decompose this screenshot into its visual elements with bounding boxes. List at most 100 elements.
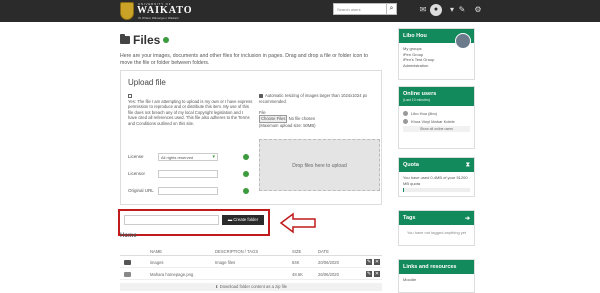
upload-heading: Upload file bbox=[128, 78, 166, 87]
user-icon[interactable]: ● bbox=[430, 4, 442, 16]
file-size: 84K bbox=[292, 260, 300, 265]
quota-text: You have used 0.4MB of your 51200 MB quo… bbox=[403, 175, 468, 186]
column-header[interactable]: DATE bbox=[318, 249, 329, 254]
auto-resize-checkbox[interactable] bbox=[259, 93, 263, 98]
pen-icon[interactable]: ✎ bbox=[457, 5, 467, 15]
red-arrow-icon bbox=[279, 212, 316, 234]
folder-icon bbox=[120, 34, 130, 44]
profile-link[interactable]: Administration bbox=[403, 63, 470, 69]
arrow-right-icon[interactable]: ➔ bbox=[465, 215, 470, 222]
tags-body: You have not tagged anything yet bbox=[399, 225, 474, 239]
online-users-header: Online users (Last 10 minutes) bbox=[399, 87, 474, 106]
folder-icon[interactable] bbox=[124, 260, 131, 265]
image-icon[interactable] bbox=[124, 272, 131, 277]
tags-title: Tags bbox=[403, 215, 416, 221]
hourglass-icon: ⧗ bbox=[465, 162, 470, 168]
create-folder-label: Create folder bbox=[233, 217, 259, 222]
top-navbar: UNIVERSITY OF WAIKATO Te Whare Wānanga o… bbox=[0, 0, 600, 22]
breadcrumb-home[interactable]: Home bbox=[120, 233, 137, 239]
table-header: NAME DESCRIPTION / TAGS SIZE DATE bbox=[120, 248, 382, 256]
help-icon[interactable] bbox=[163, 37, 170, 43]
edit-icon[interactable]: ✎ bbox=[366, 259, 372, 265]
quota-block: Quota ⧗ You have used 0.4MB of your 5120… bbox=[398, 157, 475, 197]
list-item[interactable]: Libo Hou (libo) bbox=[403, 111, 470, 117]
table-row[interactable]: Mahara homepage.png 48.5K 26/06/2020 ✎ ✕ bbox=[120, 270, 382, 280]
file-description: Image files bbox=[215, 260, 236, 265]
online-users-block: Online users (Last 10 minutes) Libo Hou … bbox=[398, 86, 475, 149]
university-crest-logo[interactable] bbox=[120, 2, 134, 20]
user-icon bbox=[403, 118, 408, 124]
drop-zone[interactable]: Drop files here to upload bbox=[259, 139, 380, 191]
max-upload-size: (Maximum upload size: 50MB) bbox=[259, 122, 316, 128]
auto-resize-text: Automatic resizing of images larger than… bbox=[259, 93, 368, 104]
license-label: License bbox=[128, 154, 144, 159]
edit-icon[interactable]: ✎ bbox=[366, 271, 372, 277]
tags-block: Tags ➔ You have not tagged anything yet bbox=[398, 210, 475, 246]
create-folder-highlight: ▬ Create folder bbox=[118, 209, 270, 236]
profile-name-label: Libo Hou bbox=[403, 33, 427, 39]
links-header: Links and resources bbox=[399, 260, 474, 274]
page-title: Files bbox=[133, 33, 161, 47]
online-users-title: Online users bbox=[403, 91, 437, 97]
no-file-text: No file chosen bbox=[288, 116, 316, 121]
upload-panel: Upload file Yes: The file I am attemptin… bbox=[120, 70, 382, 205]
quota-title: Quota bbox=[403, 162, 419, 168]
gear-icon[interactable]: ⚙ bbox=[473, 5, 483, 15]
quota-bar bbox=[403, 188, 470, 192]
envelope-icon[interactable]: ✉ bbox=[418, 5, 428, 15]
download-label: Download folder content as a zip file bbox=[219, 284, 287, 289]
quota-bar-fill bbox=[403, 188, 405, 192]
chevron-down-icon[interactable]: ▾ bbox=[447, 5, 457, 15]
file-date: 26/06/2020 bbox=[318, 272, 339, 277]
online-user-name: Libo Hou (libo) bbox=[411, 111, 438, 116]
original-url-label: Original URL bbox=[128, 188, 154, 193]
license-select[interactable]: All rights reserved bbox=[158, 153, 218, 161]
create-folder-button[interactable]: ▬ Create folder bbox=[222, 215, 264, 225]
search-input[interactable]: Search users bbox=[333, 3, 387, 15]
delete-icon[interactable]: ✕ bbox=[374, 259, 380, 265]
column-header[interactable]: NAME bbox=[150, 249, 162, 254]
licensor-input[interactable] bbox=[158, 170, 218, 178]
column-header: DESCRIPTION / TAGS bbox=[215, 249, 259, 254]
choose-files-button[interactable]: Choose Files bbox=[259, 115, 288, 123]
search-icon[interactable]: ⌕ bbox=[387, 3, 397, 15]
online-users-subtitle: (Last 10 minutes) bbox=[403, 98, 431, 102]
help-icon[interactable] bbox=[243, 171, 249, 177]
tags-empty-text: You have not tagged anything yet bbox=[406, 230, 467, 235]
delete-icon[interactable]: ✕ bbox=[374, 271, 380, 277]
help-icon[interactable] bbox=[243, 154, 249, 160]
file-date: 20/06/2020 bbox=[318, 260, 339, 265]
avatar[interactable] bbox=[455, 33, 471, 49]
page-intro: Here are your images, documents and othe… bbox=[120, 53, 368, 66]
links-block: Links and resources Moodle bbox=[398, 259, 475, 293]
show-all-online-users[interactable]: Show all online users bbox=[403, 126, 470, 132]
terms-agreement: Yes: The file I am attempting to upload … bbox=[128, 93, 253, 126]
links-body: Moodle bbox=[399, 274, 474, 286]
table-row[interactable]: images Image files 84K 20/06/2020 ✎ ✕ bbox=[120, 258, 382, 268]
column-header[interactable]: SIZE bbox=[292, 249, 301, 254]
download-folder-zip[interactable]: ⬇ Download folder content as a zip file bbox=[120, 283, 382, 291]
quota-header: Quota ⧗ bbox=[399, 158, 474, 172]
quota-body: You have used 0.4MB of your 51200 MB quo… bbox=[399, 172, 474, 195]
page-title-row: Files bbox=[120, 33, 170, 47]
online-users-list: Libo Hou (libo) Khoa Vinyl Mahar Kolele … bbox=[399, 106, 474, 135]
download-icon: ⬇ bbox=[215, 284, 219, 289]
file-label: File bbox=[259, 109, 266, 115]
online-user-name: Khoa Vinyl Mahar Kolele bbox=[411, 118, 455, 124]
brand-tagline: Te Whare Wānanga o Waikato bbox=[138, 16, 179, 20]
brand-name[interactable]: WAIKATO bbox=[137, 5, 193, 16]
folder-name-input[interactable] bbox=[124, 215, 219, 225]
folder-icon: ▬ bbox=[227, 217, 233, 222]
terms-text: Yes: The file I am attempting to upload … bbox=[128, 98, 253, 126]
help-icon[interactable] bbox=[243, 188, 249, 194]
original-url-input[interactable] bbox=[158, 187, 218, 195]
user-icon bbox=[403, 111, 408, 117]
list-item[interactable]: Khoa Vinyl Mahar Kolele bbox=[403, 119, 470, 125]
link-item[interactable]: Moodle bbox=[403, 277, 470, 283]
file-name[interactable]: images bbox=[150, 260, 164, 265]
terms-checkbox[interactable] bbox=[128, 93, 132, 98]
tags-header[interactable]: Tags ➔ bbox=[399, 211, 474, 225]
file-size: 48.5K bbox=[292, 272, 303, 277]
file-name[interactable]: Mahara homepage.png bbox=[150, 272, 193, 277]
licensor-label: Licensor bbox=[128, 171, 146, 176]
